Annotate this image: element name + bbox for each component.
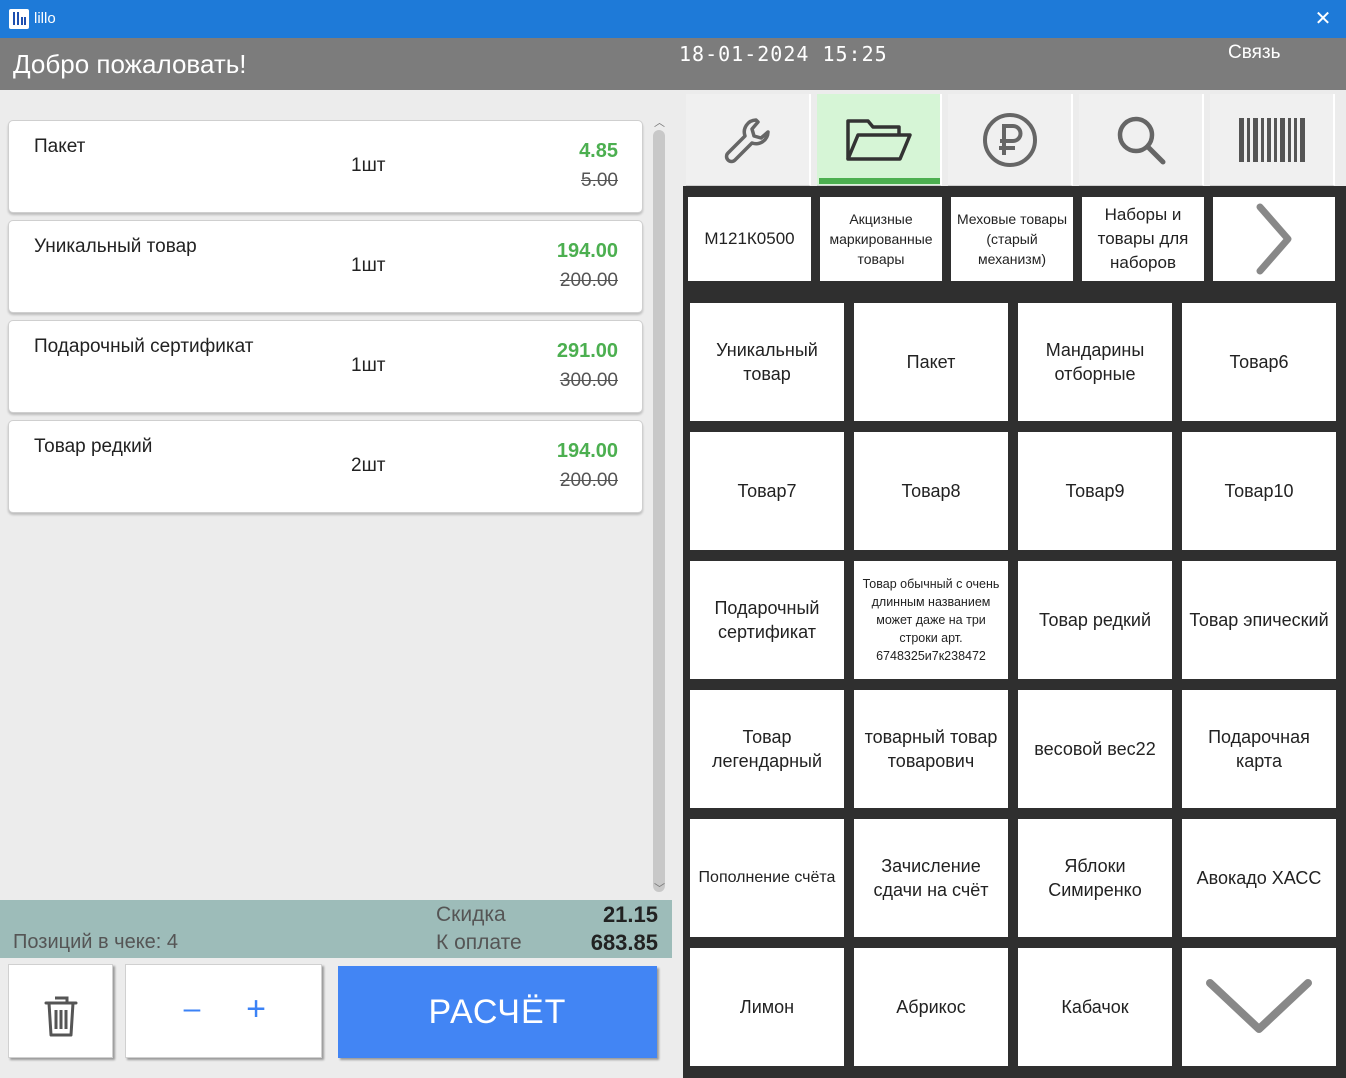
- receipt-item-price: 291.00: [556, 340, 618, 362]
- delete-item-button[interactable]: [8, 964, 113, 1058]
- receipt-item[interactable]: Пакет 1шт 4.85 5.00: [8, 120, 643, 213]
- category-button[interactable]: М121К0500: [688, 197, 811, 281]
- receipt-item-name: Уникальный товар: [34, 236, 197, 257]
- product-button[interactable]: Абрикос: [854, 948, 1008, 1066]
- product-button[interactable]: Подарочный сертификат: [690, 561, 844, 679]
- product-button[interactable]: Товар9: [1018, 432, 1172, 550]
- categories-next-button[interactable]: [1213, 197, 1335, 281]
- product-button[interactable]: Товар обычный с очень длинным названием …: [854, 561, 1008, 679]
- receipt-item-name: Товар редкий: [34, 436, 153, 457]
- products-next-page-button[interactable]: [1182, 948, 1336, 1066]
- receipt-item-qty: 2шт: [351, 455, 386, 476]
- receipt-item-price: 194.00: [556, 240, 618, 262]
- product-button[interactable]: весовой вес22: [1018, 690, 1172, 808]
- close-window-button[interactable]: ✕: [1300, 0, 1346, 38]
- receipt-item-qty: 1шт: [351, 255, 386, 276]
- trash-icon: [44, 996, 78, 1037]
- product-button[interactable]: Товар8: [854, 432, 1008, 550]
- connection-link[interactable]: Связь: [1228, 42, 1281, 64]
- window-title: lillo: [34, 10, 56, 27]
- tab-barcode[interactable]: [1210, 94, 1335, 186]
- tab-catalog[interactable]: [817, 94, 942, 186]
- decrease-qty-button[interactable]: –: [176, 994, 208, 1025]
- chevron-right-icon: [1256, 203, 1292, 275]
- catalog-panel: М121К0500 Акцизные маркированные товары …: [672, 90, 1346, 1078]
- tab-payment[interactable]: [948, 94, 1073, 186]
- folder-open-icon: [845, 118, 912, 161]
- receipt-actions: – + РАСЧЁТ: [0, 958, 672, 1078]
- product-button[interactable]: Пакет: [854, 303, 1008, 421]
- quantity-stepper: – +: [125, 964, 322, 1058]
- receipt-scrollbar[interactable]: ︿ ﹀: [651, 118, 667, 900]
- product-button[interactable]: Кабачок: [1018, 948, 1172, 1066]
- amount-due-value: 683.85: [590, 930, 658, 955]
- panel-divider: [672, 90, 683, 1078]
- category-button[interactable]: Меховые товары (старый механизм): [951, 197, 1073, 281]
- amount-due-label: К оплате: [436, 931, 522, 954]
- receipt-item-old-price: 200.00: [559, 270, 618, 291]
- positions-count: Позиций в чеке: 4: [13, 931, 179, 953]
- product-button[interactable]: Товар10: [1182, 432, 1336, 550]
- category-button[interactable]: Акцизные маркированные товары: [820, 197, 942, 281]
- receipt-item-old-price: 5.00: [581, 170, 618, 191]
- product-button[interactable]: Зачисление сдачи на счёт: [854, 819, 1008, 937]
- ruble-icon: [982, 112, 1037, 167]
- product-button[interactable]: Подарочная карта: [1182, 690, 1336, 808]
- receipt-item-name: Пакет: [34, 136, 86, 157]
- product-button[interactable]: Авокадо ХАСС: [1182, 819, 1336, 937]
- checkout-button[interactable]: РАСЧЁТ: [338, 966, 657, 1058]
- receipt-item[interactable]: Подарочный сертификат 1шт 291.00 300.00: [8, 320, 643, 413]
- scroll-down-icon[interactable]: ﹀: [654, 884, 665, 895]
- app-header: Добро пожаловать! 18-01-2024 15:25 Связь: [0, 38, 1346, 90]
- app-logo-icon: [9, 9, 29, 29]
- barcode-icon: [1238, 117, 1305, 162]
- product-button[interactable]: Уникальный товар: [690, 303, 844, 421]
- receipt-item-old-price: 200.00: [559, 470, 618, 491]
- datetime-display: 18-01-2024 15:25: [679, 42, 888, 66]
- receipt-item-price: 4.85: [579, 140, 618, 162]
- product-button[interactable]: Лимон: [690, 948, 844, 1066]
- product-button[interactable]: Яблоки Симиренко: [1018, 819, 1172, 937]
- welcome-text: Добро пожаловать!: [13, 49, 247, 79]
- window-titlebar: lillo ✕: [0, 0, 1346, 38]
- active-tab-indicator: [819, 178, 940, 184]
- product-button[interactable]: Товар легендарный: [690, 690, 844, 808]
- product-button[interactable]: Пополнение счёта: [690, 819, 844, 937]
- receipt-item[interactable]: Уникальный товар 1шт 194.00 200.00: [8, 220, 643, 313]
- receipt-item-qty: 1шт: [351, 355, 386, 376]
- product-button[interactable]: Товар редкий: [1018, 561, 1172, 679]
- receipt-item-qty: 1шт: [351, 155, 386, 176]
- scroll-up-icon[interactable]: ︿: [654, 118, 665, 129]
- chevron-down-icon: [1206, 979, 1312, 1033]
- receipt-totals: Позиций в чеке: 4 Скидка 21.15 К оплате …: [0, 900, 672, 958]
- wrench-icon: [724, 117, 770, 163]
- scrollbar-thumb[interactable]: [653, 130, 665, 892]
- receipt-item-old-price: 300.00: [559, 370, 618, 391]
- tab-settings[interactable]: [686, 94, 811, 186]
- product-button[interactable]: Товар6: [1182, 303, 1336, 421]
- receipt-item-price: 194.00: [556, 440, 618, 462]
- discount-label: Скидка: [436, 903, 506, 926]
- product-button[interactable]: Мандарины отборные: [1018, 303, 1172, 421]
- search-icon: [1117, 116, 1165, 164]
- product-button[interactable]: Товар7: [690, 432, 844, 550]
- receipt-item-name: Подарочный сертификат: [34, 336, 254, 357]
- increase-qty-button[interactable]: +: [240, 992, 272, 1026]
- product-button[interactable]: Товар эпический: [1182, 561, 1336, 679]
- tab-search[interactable]: [1079, 94, 1204, 186]
- category-button[interactable]: Наборы и товары для наборов: [1082, 197, 1204, 281]
- discount-value: 21.15: [602, 902, 658, 927]
- product-button[interactable]: товарный товар товарович: [854, 690, 1008, 808]
- receipt-item[interactable]: Товар редкий 2шт 194.00 200.00: [8, 420, 643, 513]
